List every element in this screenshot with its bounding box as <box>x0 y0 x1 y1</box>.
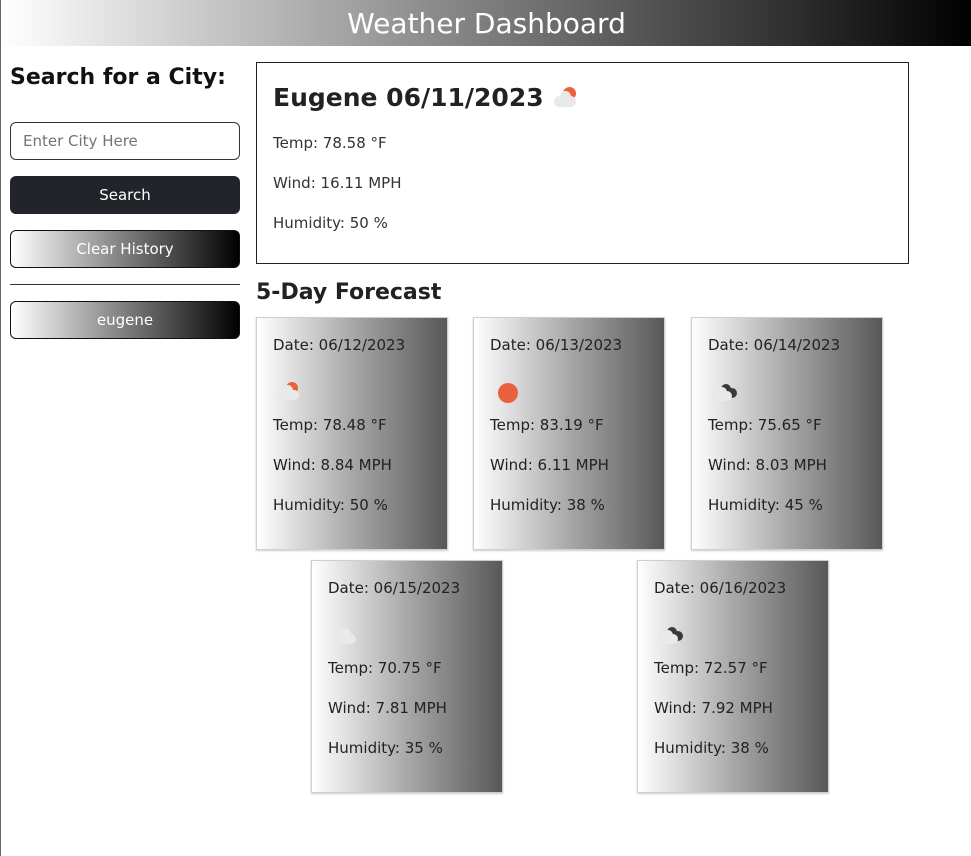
history-item-eugene[interactable]: eugene <box>10 301 240 339</box>
partly-cloudy-sun-icon <box>273 381 303 403</box>
forecast-date: Date: 06/15/2023 <box>328 579 461 597</box>
sidebar: Search for a City: Search Clear History … <box>10 62 240 339</box>
search-heading: Search for a City: <box>10 65 226 90</box>
city-search-input[interactable] <box>10 122 240 160</box>
current-city-date: Eugene 06/11/2023 <box>273 83 544 112</box>
forecast-humidity: Humidity: 45 % <box>708 496 823 514</box>
forecast-temp: Temp: 70.75 °F <box>328 659 442 677</box>
forecast-humidity: Humidity: 38 % <box>654 739 769 757</box>
forecast-humidity: Humidity: 50 % <box>273 496 388 514</box>
forecast-wind: Wind: 8.03 MPH <box>708 456 827 474</box>
sun-icon <box>490 381 520 403</box>
forecast-card: Date: 06/15/2023 Temp: 70.75 °F Wind: 7.… <box>311 560 503 793</box>
forecast-card: Date: 06/16/2023 Temp: 72.57 °F Wind: 7.… <box>637 560 829 793</box>
forecast-wind: Wind: 6.11 MPH <box>490 456 609 474</box>
forecast-card: Date: 06/12/2023 Temp: 78.48 °F Wind: 8.… <box>256 317 448 550</box>
broken-clouds-icon <box>654 624 684 646</box>
current-weather-card: Eugene 06/11/2023 Temp: 78.58 °F Wind: 1… <box>256 62 909 264</box>
forecast-date: Date: 06/13/2023 <box>490 336 623 354</box>
header-bar: Weather Dashboard <box>1 0 971 46</box>
forecast-date: Date: 06/16/2023 <box>654 579 787 597</box>
forecast-temp: Temp: 78.48 °F <box>273 416 387 434</box>
forecast-wind: Wind: 7.92 MPH <box>654 699 773 717</box>
forecast-temp: Temp: 83.19 °F <box>490 416 604 434</box>
forecast-card: Date: 06/14/2023 Temp: 75.65 °F Wind: 8.… <box>691 317 883 550</box>
cloud-icon <box>328 624 358 646</box>
forecast-date: Date: 06/12/2023 <box>273 336 406 354</box>
page-title: Weather Dashboard <box>347 6 626 40</box>
page: Weather Dashboard Search for a City: Sea… <box>0 0 971 856</box>
forecast-wind: Wind: 8.84 MPH <box>273 456 392 474</box>
search-button[interactable]: Search <box>10 176 240 214</box>
current-weather-title: Eugene 06/11/2023 <box>273 81 892 115</box>
forecast-heading: 5-Day Forecast <box>256 280 442 305</box>
sidebar-divider <box>10 284 240 285</box>
current-humidity: Humidity: 50 % <box>273 214 388 232</box>
current-wind: Wind: 16.11 MPH <box>273 174 402 192</box>
broken-clouds-icon <box>708 381 738 403</box>
forecast-humidity: Humidity: 35 % <box>328 739 443 757</box>
forecast-humidity: Humidity: 38 % <box>490 496 605 514</box>
forecast-temp: Temp: 72.57 °F <box>654 659 768 677</box>
forecast-date: Date: 06/14/2023 <box>708 336 841 354</box>
forecast-wind: Wind: 7.81 MPH <box>328 699 447 717</box>
current-temp: Temp: 78.58 °F <box>273 134 387 152</box>
forecast-temp: Temp: 75.65 °F <box>708 416 822 434</box>
partly-cloudy-sun-icon <box>552 87 582 109</box>
clear-history-button[interactable]: Clear History <box>10 230 240 268</box>
forecast-card: Date: 06/13/2023 Temp: 83.19 °F Wind: 6.… <box>473 317 665 550</box>
